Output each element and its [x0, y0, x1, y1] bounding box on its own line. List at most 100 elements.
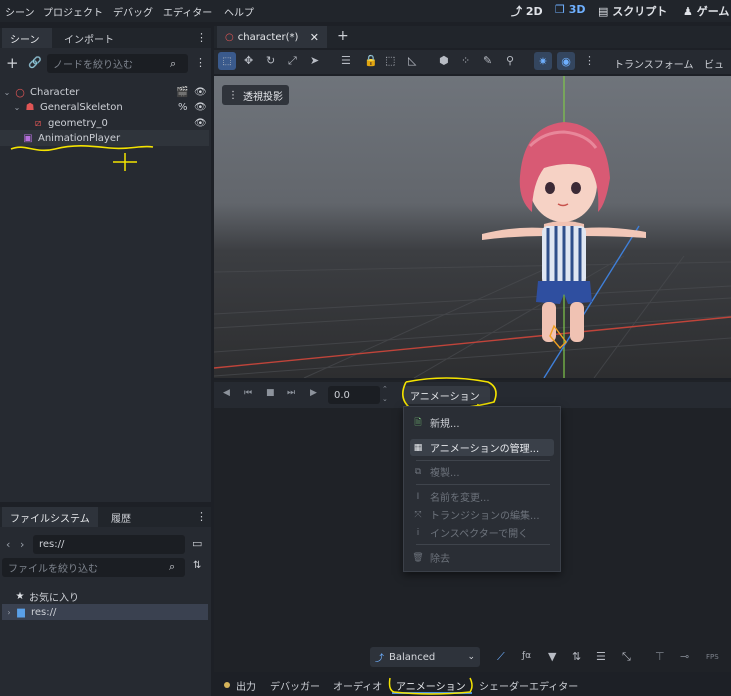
- perspective-button[interactable]: ⋮ 透視投影: [222, 85, 289, 105]
- scale-tool-icon[interactable]: ⤢: [288, 54, 297, 68]
- bezier-icon[interactable]: ⟋: [497, 650, 505, 664]
- group-icon[interactable]: ⬚: [385, 54, 395, 67]
- menu-editor[interactable]: エディター: [163, 4, 212, 19]
- menu-edit-transitions[interactable]: ⤧ トランジションの編集...: [410, 506, 554, 523]
- play-backward-icon[interactable]: ◀: [223, 388, 230, 398]
- tab-import[interactable]: インポート: [56, 28, 122, 48]
- menu-help[interactable]: ヘルプ: [224, 4, 254, 19]
- game-icon: ♟: [683, 5, 693, 18]
- tab-shader-editor[interactable]: シェーダーエディター: [479, 678, 578, 693]
- snap-icon[interactable]: ⁘: [461, 54, 470, 67]
- trash-icon: 🗑: [412, 552, 424, 563]
- tab-filesystem[interactable]: ファイルシステム: [2, 507, 98, 527]
- mode-game-button[interactable]: ♟ ゲーム: [683, 3, 729, 19]
- collapse-arrow-icon[interactable]: ⌄: [13, 103, 21, 112]
- play-backward-from-end-icon[interactable]: ⏮: [244, 388, 252, 398]
- sort-keys-icon[interactable]: ⇅: [572, 650, 581, 663]
- list-select-icon[interactable]: ☰: [341, 54, 351, 67]
- mode-3d-button[interactable]: ❒ 3D: [555, 3, 586, 16]
- ruler-icon[interactable]: ◺: [408, 54, 416, 67]
- timeline-icon[interactable]: ⊤: [655, 650, 665, 663]
- sort-icon[interactable]: ⇅: [193, 560, 201, 571]
- visibility-eye-icon[interactable]: 👁: [194, 118, 207, 129]
- node-filter-input[interactable]: ノードを絞り込む: [47, 54, 188, 73]
- split-view-icon[interactable]: ▭: [192, 537, 202, 550]
- scene-options-icon[interactable]: ⋮: [195, 56, 206, 69]
- expand-arrow-icon[interactable]: ›: [5, 608, 13, 617]
- snap-mode-label: Balanced: [389, 651, 436, 663]
- move-tool-icon[interactable]: ✥: [244, 54, 253, 67]
- time-input[interactable]: 0.0: [328, 386, 380, 404]
- rename-icon: I: [416, 491, 420, 502]
- pin-icon[interactable]: ⚲: [506, 54, 514, 67]
- menu-project[interactable]: プロジェクト: [43, 4, 103, 19]
- filter-icon[interactable]: ▼: [548, 650, 556, 663]
- tab-history[interactable]: 履歴: [103, 507, 139, 527]
- function-icon[interactable]: ƒα: [522, 651, 531, 661]
- menu-duplicate[interactable]: ⧉ 複製...: [410, 463, 554, 480]
- menu-scene[interactable]: シーン: [5, 4, 35, 19]
- clapper-icon[interactable]: 🎬: [176, 87, 188, 98]
- sun-preview-icon[interactable]: ✷: [534, 52, 552, 70]
- play-icon[interactable]: ▶: [310, 388, 317, 398]
- mesh-icon: ⧄: [34, 117, 42, 129]
- lock-icon[interactable]: 🔒: [364, 54, 378, 67]
- menu-debug[interactable]: デバッグ: [113, 4, 153, 19]
- percent-icon[interactable]: %: [178, 102, 188, 113]
- menu-rename[interactable]: I 名前を変更...: [410, 488, 554, 505]
- snap-mode-select[interactable]: ⤴ Balanced ⌄: [370, 647, 480, 667]
- favorites-item[interactable]: ★ お気に入り: [0, 588, 211, 604]
- tab-character-scene[interactable]: ○ character(*) ✕: [217, 26, 327, 48]
- toolbar-options-icon[interactable]: ⋮: [584, 54, 595, 67]
- play-from-start-icon[interactable]: ⏭: [287, 388, 295, 398]
- tab-audio[interactable]: オーディオ: [333, 678, 382, 693]
- mode-2d-button[interactable]: ⤴ 2D: [511, 3, 543, 19]
- menu-open-in-inspector[interactable]: i インスペクターで開く: [410, 524, 554, 541]
- mode-script-button[interactable]: ▤ スクリプト: [598, 3, 667, 19]
- fps-toggle[interactable]: FPS: [706, 653, 719, 661]
- tree-item-geometry[interactable]: ⧄ geometry_0 👁: [0, 115, 211, 131]
- select-tool-icon[interactable]: ⬚: [218, 52, 236, 70]
- editor-tabbar: ○ character(*) ✕ +: [214, 26, 731, 48]
- res-root-item[interactable]: › ▆ res://: [2, 604, 208, 620]
- visibility-eye-icon[interactable]: 👁: [194, 87, 207, 98]
- time-spinner-icon[interactable]: ⌃ ⌄: [382, 384, 388, 404]
- kebab-menu-icon[interactable]: ⋮: [196, 510, 207, 523]
- 3d-viewport[interactable]: ⋮ 透視投影: [214, 76, 731, 378]
- local-space-icon[interactable]: ⬢: [439, 54, 449, 67]
- link-icon[interactable]: 🔗: [28, 56, 42, 69]
- tab-debugger[interactable]: デバッガー: [270, 678, 320, 693]
- add-node-icon[interactable]: +: [6, 54, 19, 72]
- file-filter-input[interactable]: ファイルを絞り込む: [2, 558, 185, 577]
- magnet-icon[interactable]: ⊸: [680, 650, 689, 663]
- add-tab-icon[interactable]: +: [337, 28, 349, 44]
- transform-menu[interactable]: トランスフォーム: [614, 56, 694, 71]
- rotate-tool-icon[interactable]: ↻: [266, 54, 275, 67]
- pointer-tool-icon[interactable]: ➤: [310, 54, 319, 67]
- path-field[interactable]: res://: [33, 535, 185, 554]
- menu-remove[interactable]: 🗑 除去: [410, 549, 554, 566]
- folder-icon: ▆: [17, 606, 25, 618]
- visibility-eye-icon[interactable]: 👁: [194, 102, 207, 113]
- tree-item-label: GeneralSkeleton: [40, 101, 123, 113]
- bake-icon[interactable]: ⤡: [622, 650, 631, 664]
- tab-output[interactable]: 出力: [236, 678, 256, 693]
- close-icon[interactable]: ✕: [310, 31, 319, 44]
- environment-preview-icon[interactable]: ◉: [557, 52, 575, 70]
- tree-item-generalskeleton[interactable]: ⌄ ☗ GeneralSkeleton % 👁: [0, 99, 211, 115]
- menu-manage-animations[interactable]: ▦ アニメーションの管理...: [410, 439, 554, 456]
- x-axis-line: [214, 316, 731, 369]
- tab-scene[interactable]: シーン: [2, 28, 52, 48]
- align-icon[interactable]: ☰: [596, 650, 606, 663]
- kebab-menu-icon: ⋮: [228, 89, 238, 101]
- search-icon: ⌕: [170, 57, 177, 70]
- stop-icon[interactable]: ■: [266, 388, 275, 398]
- collapse-arrow-icon[interactable]: ⌄: [3, 88, 11, 97]
- forward-arrow-icon[interactable]: ›: [20, 538, 24, 551]
- paint-icon[interactable]: ✎: [483, 54, 492, 67]
- back-arrow-icon[interactable]: ‹: [6, 538, 10, 551]
- menu-new-animation[interactable]: 🗎 新規...: [410, 414, 554, 431]
- tree-item-character[interactable]: ⌄ ○ Character 🎬 👁: [0, 84, 211, 100]
- kebab-menu-icon[interactable]: ⋮: [196, 31, 207, 44]
- editor-tab-label: character(*): [237, 31, 299, 43]
